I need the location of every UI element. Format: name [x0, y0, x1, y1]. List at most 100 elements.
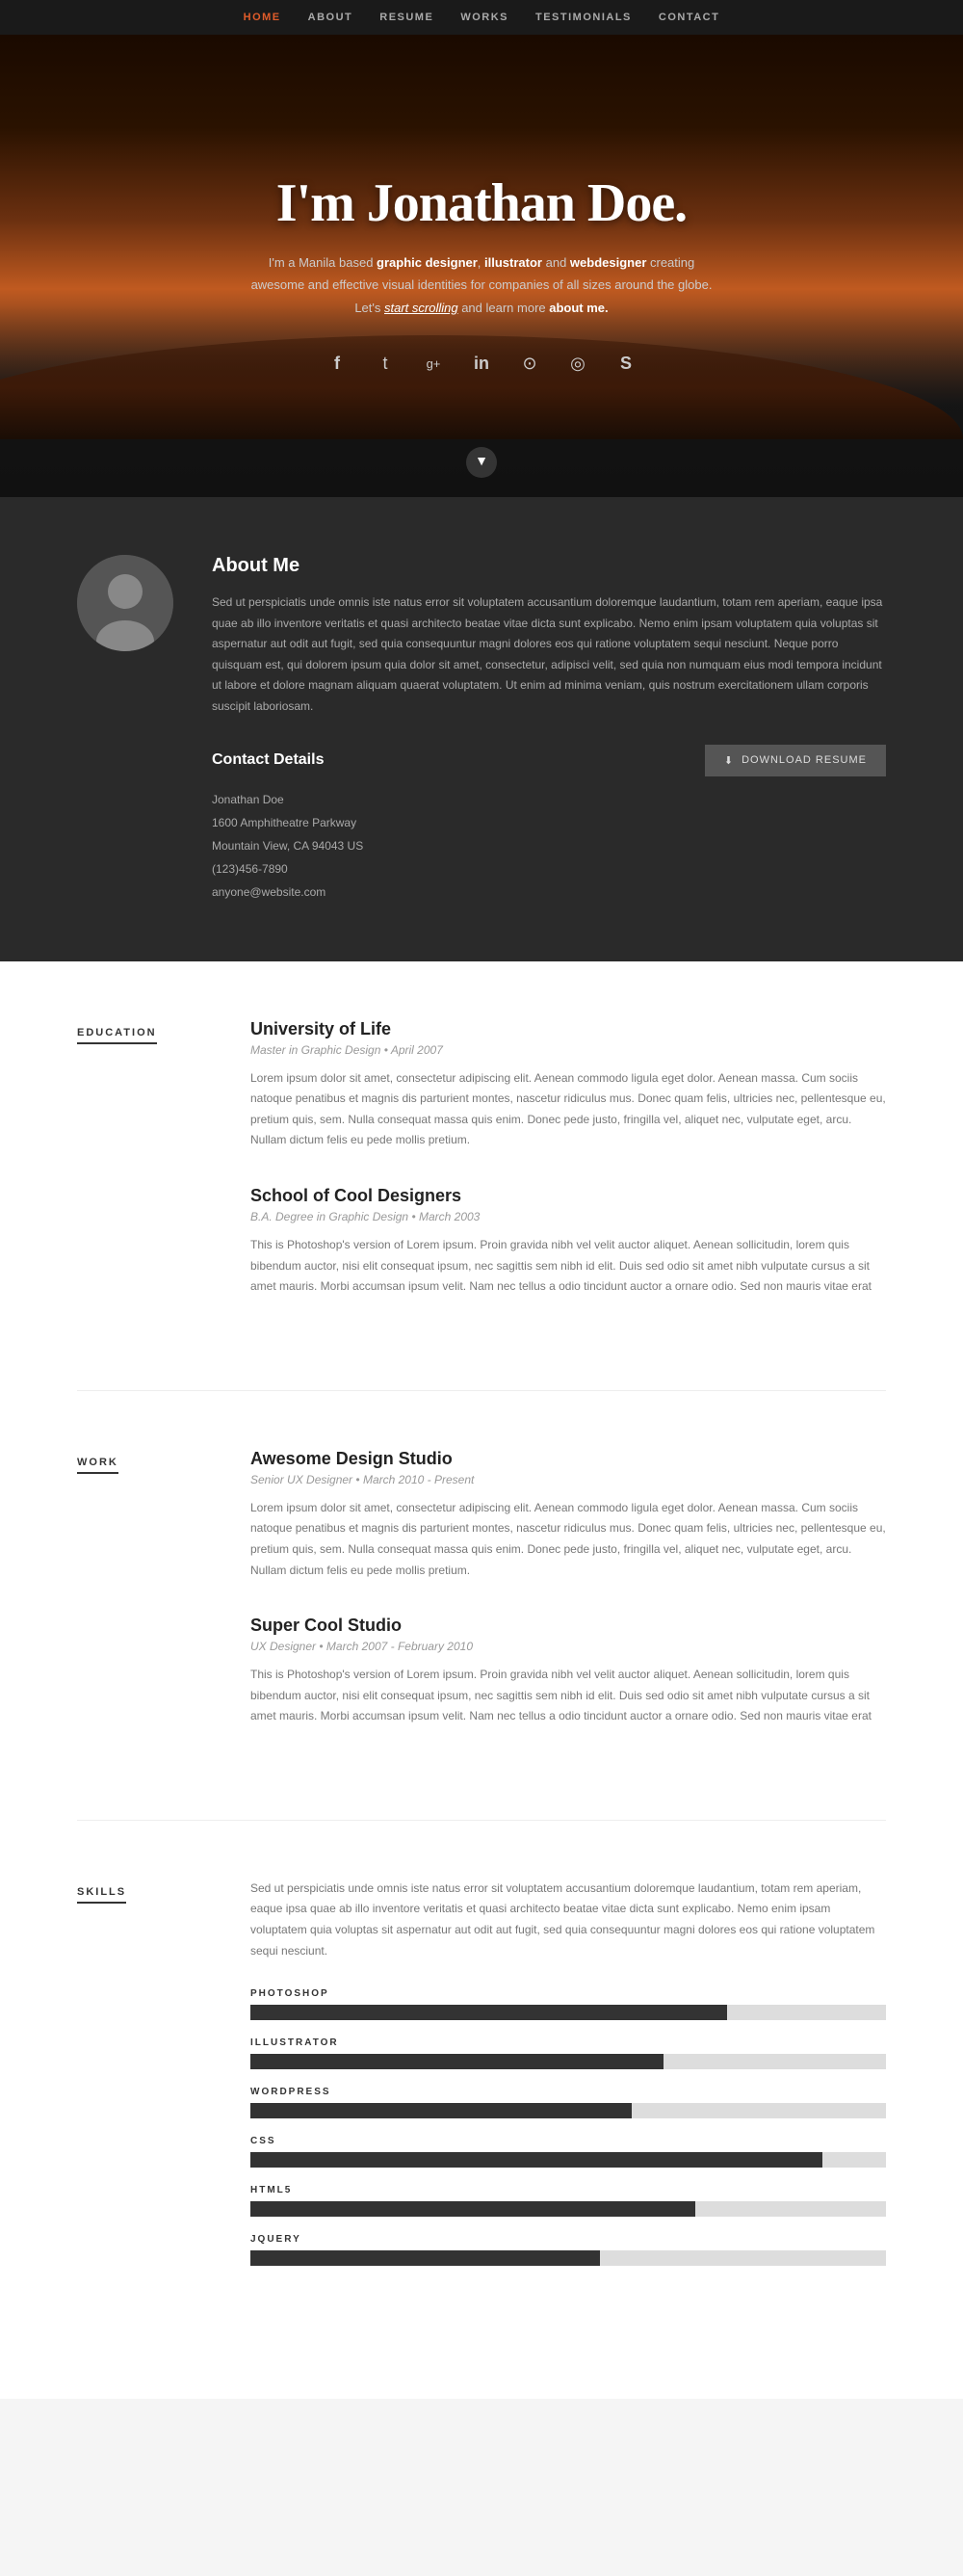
nav-works[interactable]: WORKS — [460, 12, 508, 23]
skills-intro: Sed ut perspiciatis unde omnis iste natu… — [250, 1879, 886, 1961]
education-row: EDUCATION University of Life Master in G… — [77, 1019, 886, 1332]
work-row: WORK Awesome Design Studio Senior UX Des… — [77, 1449, 886, 1762]
hero-title: I'm Jonathan Doe. — [276, 172, 687, 234]
contact-address2: Mountain View, CA 94043 US — [212, 834, 886, 857]
edu2-text: This is Photoshop's version of Lorem ips… — [250, 1235, 886, 1298]
skill-wordpress-label: WORDPRESS — [250, 2087, 886, 2097]
about-text: Sed ut perspiciatis unde omnis iste natu… — [212, 592, 886, 718]
facebook-icon[interactable]: f — [322, 348, 352, 379]
nav-resume[interactable]: RESUME — [379, 12, 433, 23]
hero-social: f t g+ in ⊙ ◎ S — [322, 348, 641, 379]
scroll-down-icon[interactable]: ▼ — [466, 447, 497, 478]
hero-section: I'm Jonathan Doe. I'm a Manila based gra… — [0, 35, 963, 497]
skills-row: SKILLS Sed ut perspiciatis unde omnis is… — [77, 1879, 886, 2283]
download-resume-label: Download Resume — [742, 754, 867, 766]
section-divider-2 — [77, 1820, 886, 1821]
education-entry-1: University of Life Master in Graphic Des… — [250, 1019, 886, 1151]
contact-name: Jonathan Doe — [212, 788, 886, 811]
edu1-subtitle: Master in Graphic Design • April 2007 — [250, 1043, 886, 1057]
edu1-title: University of Life — [250, 1019, 886, 1039]
twitter-icon[interactable]: t — [370, 348, 401, 379]
nav-contact[interactable]: CONTACT — [659, 12, 719, 23]
edu2-degree: B.A. Degree in Graphic Design — [250, 1210, 408, 1223]
skill-illustrator-bar-bg — [250, 2054, 886, 2069]
skills-label: SKILLS — [77, 1879, 193, 2283]
skill-photoshop-bar-bg — [250, 2005, 886, 2020]
skill-jquery-bar-fill — [250, 2250, 600, 2266]
skill-photoshop-label: PHOTOSHOP — [250, 1988, 886, 1999]
skill-css-bar-fill — [250, 2152, 822, 2168]
work2-text: This is Photoshop's version of Lorem ips… — [250, 1665, 886, 1727]
hero-subtitle: I'm a Manila based graphic designer, ill… — [250, 251, 713, 319]
skill-photoshop-bar-fill — [250, 2005, 727, 2020]
work2-date: March 2007 - February 2010 — [326, 1640, 473, 1653]
contact-address1: 1600 Amphitheatre Parkway — [212, 811, 886, 834]
skill-jquery: JQUERY — [250, 2234, 886, 2266]
contact-email: anyone@website.com — [212, 881, 886, 904]
work1-date-sep: • — [355, 1473, 363, 1486]
edu1-degree: Master in Graphic Design — [250, 1043, 380, 1057]
education-label: EDUCATION — [77, 1019, 193, 1332]
skill-css-label: CSS — [250, 2136, 886, 2146]
contact-title-label: Contact Details — [212, 751, 324, 769]
download-icon: ⬇ — [724, 754, 734, 767]
skill-illustrator-bar-fill — [250, 2054, 664, 2069]
skill-html5: HTML5 — [250, 2185, 886, 2217]
skill-photoshop: PHOTOSHOP — [250, 1988, 886, 2020]
edu2-title: School of Cool Designers — [250, 1186, 886, 1206]
googleplus-icon[interactable]: g+ — [418, 348, 449, 379]
skill-css-bar-bg — [250, 2152, 886, 2168]
work-entry-1: Awesome Design Studio Senior UX Designer… — [250, 1449, 886, 1581]
education-entry-2: School of Cool Designers B.A. Degree in … — [250, 1186, 886, 1298]
skill-wordpress-bar-bg — [250, 2103, 886, 2118]
skill-illustrator-label: ILLUSTRATOR — [250, 2037, 886, 2048]
skill-illustrator: ILLUSTRATOR — [250, 2037, 886, 2069]
contact-phone: (123)456-7890 — [212, 857, 886, 881]
skype-icon[interactable]: S — [611, 348, 641, 379]
skill-html5-bar-bg — [250, 2201, 886, 2217]
skill-jquery-label: JQUERY — [250, 2234, 886, 2245]
work1-date: March 2010 - Present — [363, 1473, 474, 1486]
work2-subtitle: UX Designer • March 2007 - February 2010 — [250, 1640, 886, 1653]
edu2-subtitle: B.A. Degree in Graphic Design • March 20… — [250, 1210, 886, 1223]
work2-date-sep: • — [319, 1640, 326, 1653]
instagram-icon[interactable]: ⊙ — [514, 348, 545, 379]
skill-html5-bar-fill — [250, 2201, 695, 2217]
skills-content: Sed ut perspiciatis unde omnis iste natu… — [250, 1879, 886, 2283]
edu2-date-sep: • — [411, 1210, 419, 1223]
about-section: About Me Sed ut perspiciatis unde omnis … — [0, 497, 963, 961]
edu1-date-sep: • — [384, 1043, 391, 1057]
skills-label-text: SKILLS — [77, 1886, 126, 1904]
work-label-text: WORK — [77, 1457, 118, 1474]
contact-details-header: Contact Details ⬇ Download Resume — [212, 745, 886, 776]
about-title: About Me — [212, 555, 886, 577]
about-content: About Me Sed ut perspiciatis unde omnis … — [212, 555, 886, 904]
work-entry-2: Super Cool Studio UX Designer • March 20… — [250, 1616, 886, 1727]
nav-about[interactable]: ABOUT — [308, 12, 353, 23]
resume-section: EDUCATION University of Life Master in G… — [0, 961, 963, 2400]
work2-role: UX Designer — [250, 1640, 316, 1653]
section-divider — [77, 1390, 886, 1391]
work1-subtitle: Senior UX Designer • March 2010 - Presen… — [250, 1473, 886, 1486]
avatar-image — [77, 555, 173, 651]
work2-title: Super Cool Studio — [250, 1616, 886, 1636]
skill-wordpress: WORDPRESS — [250, 2087, 886, 2118]
linkedin-icon[interactable]: in — [466, 348, 497, 379]
nav-testimonials[interactable]: TESTIMONIALS — [535, 12, 632, 23]
work1-title: Awesome Design Studio — [250, 1449, 886, 1469]
nav-home[interactable]: HOME — [244, 12, 281, 23]
work1-role: Senior UX Designer — [250, 1473, 352, 1486]
education-content: University of Life Master in Graphic Des… — [250, 1019, 886, 1332]
education-label-text: EDUCATION — [77, 1027, 157, 1044]
edu1-text: Lorem ipsum dolor sit amet, consectetur … — [250, 1068, 886, 1151]
skill-wordpress-bar-fill — [250, 2103, 632, 2118]
edu1-date: April 2007 — [391, 1043, 443, 1057]
skill-jquery-bar-bg — [250, 2250, 886, 2266]
contact-info: Jonathan Doe 1600 Amphitheatre Parkway M… — [212, 788, 886, 904]
work-label: WORK — [77, 1449, 193, 1762]
download-resume-button[interactable]: ⬇ Download Resume — [705, 745, 886, 776]
dribbble-icon[interactable]: ◎ — [562, 348, 593, 379]
edu2-date: March 2003 — [419, 1210, 480, 1223]
work1-text: Lorem ipsum dolor sit amet, consectetur … — [250, 1498, 886, 1581]
main-nav: HOME ABOUT RESUME WORKS TESTIMONIALS CON… — [0, 0, 963, 35]
